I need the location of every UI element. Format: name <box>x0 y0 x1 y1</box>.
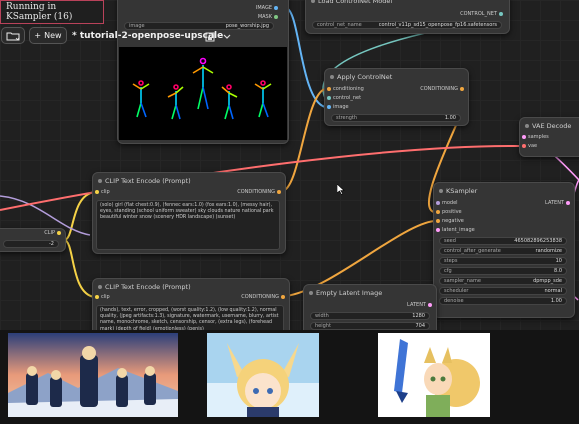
node-title: CLIP Text Encode (Prompt) <box>93 279 289 294</box>
input-clip[interactable]: clip <box>93 189 110 195</box>
empty-latent-image-node[interactable]: Empty Latent Image LATENT width 1280 heig… <box>303 284 437 330</box>
workflow-title[interactable]: * tutorial-2-openpose-upscale <box>72 31 223 41</box>
output-conditioning[interactable]: CONDITIONING <box>237 189 283 195</box>
load-image-node[interactable]: IMAGE MASK image pose_worship.jpg <box>117 0 289 144</box>
pose-preview-image <box>119 47 287 140</box>
save-icon[interactable] <box>205 32 215 42</box>
output-clip[interactable]: CLIP <box>44 230 63 236</box>
apply-controlnet-node[interactable]: Apply ControlNet conditioning control_ne… <box>324 68 469 126</box>
new-label: New <box>44 31 62 40</box>
cfg-field[interactable]: cfg 8.0 <box>439 267 567 275</box>
ksampler-node[interactable]: KSampler model positive negative latent_… <box>433 182 575 318</box>
plus-icon: + <box>34 31 42 40</box>
strength-slider[interactable]: strength 1.00 <box>331 114 461 122</box>
height-field[interactable]: height 704 <box>310 322 430 330</box>
output-latent[interactable]: LATENT <box>407 302 434 308</box>
gallery-image-2[interactable] <box>207 333 319 417</box>
input-samples[interactable]: samples <box>520 134 549 140</box>
output-conditioning[interactable]: CONDITIONING <box>241 294 287 300</box>
steps-field[interactable]: steps 10 <box>439 257 567 265</box>
output-mask[interactable]: MASK <box>258 14 280 20</box>
output-latent[interactable]: LATENT <box>545 200 572 206</box>
output-control-net[interactable]: CONTROL_NET <box>460 11 505 17</box>
denoise-field[interactable]: denoise 1.00 <box>439 297 567 305</box>
node-title: Load ControlNet Model <box>306 0 509 8</box>
mouse-cursor-icon <box>337 184 345 195</box>
input-negative[interactable]: negative <box>434 218 464 224</box>
seed-field[interactable]: seed 465082896253838 <box>439 237 567 245</box>
gallery-image-1[interactable] <box>8 333 178 417</box>
input-latent-image[interactable]: latent_image <box>434 227 475 233</box>
negative-prompt-text-area[interactable]: (hands), text, error, cropped, (worst qu… <box>96 305 284 330</box>
status-indicator: Running in KSampler (16) <box>0 0 104 24</box>
node-title: Empty Latent Image <box>304 285 436 300</box>
output-conditioning[interactable]: CONDITIONING <box>420 86 466 92</box>
chevron-down-icon[interactable] <box>222 32 232 42</box>
node-title: VAE Decode <box>520 118 579 133</box>
input-control-net[interactable]: control_net <box>325 95 361 101</box>
sampler-name-select[interactable]: sampler_name dpmpp_sde <box>439 277 567 285</box>
vae-decode-node[interactable]: VAE Decode samples vae <box>519 117 579 157</box>
image-select[interactable]: image pose_worship.jpg <box>124 22 274 30</box>
folder-menu-button[interactable] <box>1 27 25 44</box>
folder-icon <box>6 32 20 40</box>
gallery-image-3[interactable] <box>378 333 490 417</box>
input-vae[interactable]: vae <box>520 143 537 149</box>
clip-loader-node[interactable]: CLIP -2 <box>0 228 66 252</box>
input-positive[interactable]: positive <box>434 209 462 215</box>
input-model[interactable]: model <box>434 200 458 206</box>
output-gallery <box>0 330 579 424</box>
input-clip[interactable]: clip <box>93 294 110 300</box>
output-image[interactable]: IMAGE <box>256 5 280 11</box>
width-field[interactable]: width 1280 <box>310 312 430 320</box>
prompt-text-area[interactable]: (solo) girl (flat chest:0.9), (fennec ea… <box>96 200 280 250</box>
node-title: CLIP Text Encode (Prompt) <box>93 173 285 188</box>
controlnet-name-select[interactable]: control_net_name control_v11p_sd15_openpo… <box>312 21 502 29</box>
node-title: Apply ControlNet <box>325 69 468 84</box>
wire-clip-negative <box>63 239 96 298</box>
control-after-generate-select[interactable]: control_after_generate randomize <box>439 247 567 255</box>
scheduler-select[interactable]: scheduler normal <box>439 287 567 295</box>
node-title: KSampler <box>434 183 574 198</box>
input-conditioning[interactable]: conditioning <box>325 86 364 92</box>
load-controlnet-node[interactable]: Load ControlNet Model CONTROL_NET contro… <box>305 0 510 34</box>
input-image[interactable]: image <box>325 104 349 110</box>
clip-text-encode-negative-node[interactable]: CLIP Text Encode (Prompt) clip CONDITION… <box>92 278 290 330</box>
node-canvas[interactable]: IMAGE MASK image pose_worship.jpg Load Co… <box>0 0 579 330</box>
clip-text-encode-positive-node[interactable]: CLIP Text Encode (Prompt) clip CONDITION… <box>92 172 286 254</box>
new-workflow-button[interactable]: + New <box>29 27 67 44</box>
clip-skip-field[interactable]: -2 <box>3 240 59 248</box>
